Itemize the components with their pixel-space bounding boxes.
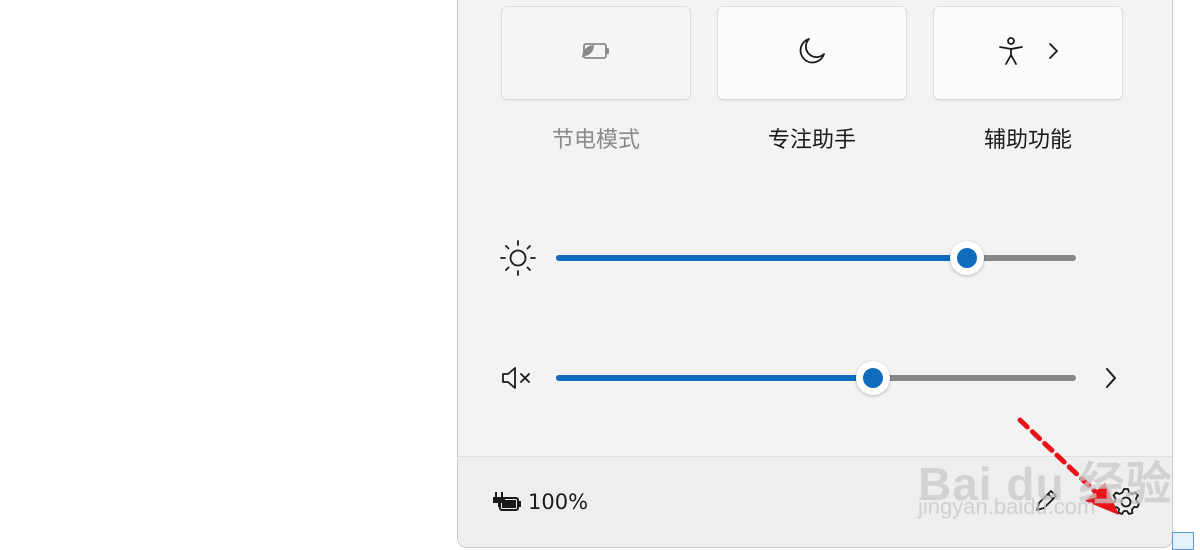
- battery-saver-label: 节电模式: [551, 128, 640, 153]
- accessibility-icon: [997, 36, 1025, 70]
- brightness-thumb[interactable]: [949, 241, 984, 275]
- corner-show-desktop-button[interactable]: [1172, 532, 1194, 550]
- volume-thumb[interactable]: [856, 361, 891, 395]
- volume-fill: [556, 375, 874, 381]
- focus-assist-label: 专注助手: [767, 128, 856, 153]
- focus-assist-tile[interactable]: [717, 6, 907, 100]
- accessibility-label: 辅助功能: [983, 128, 1072, 153]
- volume-thumb-dot: [863, 368, 884, 388]
- volume-chevron-icon[interactable]: [1104, 366, 1118, 394]
- battery-saver-tile[interactable]: [501, 6, 691, 100]
- speaker-muted-icon[interactable]: [498, 358, 538, 398]
- moon-icon: [797, 36, 827, 70]
- accessibility-tile[interactable]: [933, 6, 1123, 100]
- brightness-slider-row: [498, 238, 1138, 278]
- chevron-right-icon[interactable]: [1047, 42, 1059, 64]
- baidu-watermark-url: jingyan.baidu.com: [918, 494, 1096, 519]
- brightness-track[interactable]: [556, 241, 1076, 275]
- volume-slider-row: [498, 358, 1138, 398]
- battery-percentage: 100%: [528, 490, 589, 514]
- battery-charging-icon[interactable]: [490, 489, 524, 519]
- brightness-fill: [556, 255, 967, 261]
- sun-icon: [498, 238, 538, 278]
- battery-saver-icon: [579, 40, 613, 66]
- brightness-thumb-dot: [956, 248, 977, 268]
- volume-track[interactable]: [556, 361, 1076, 395]
